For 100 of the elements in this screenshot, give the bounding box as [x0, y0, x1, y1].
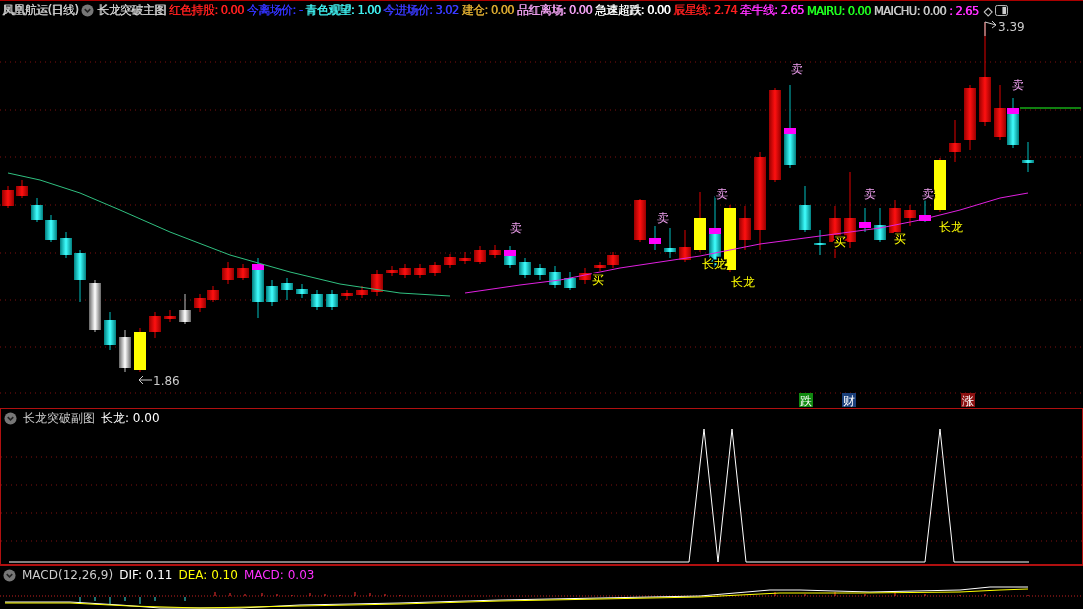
candlestick	[252, 257, 264, 319]
candlestick	[504, 245, 516, 269]
candlestick	[994, 84, 1006, 141]
candlestick	[949, 119, 961, 163]
price-level-line	[1019, 107, 1082, 109]
stock-name: 凤凰航运(日线)	[2, 3, 79, 18]
signal-label: 买	[894, 232, 906, 246]
candlestick	[814, 229, 826, 256]
candlestick	[399, 263, 411, 279]
candlestick	[149, 311, 161, 339]
panel-toggle-icon[interactable]	[994, 5, 1008, 16]
candlestick	[296, 283, 308, 299]
candlestick	[356, 285, 368, 299]
candlestick	[207, 285, 219, 303]
indicator-readout: 长龙: 0.00	[101, 409, 160, 427]
diamond-symbol[interactable]: ◇	[983, 3, 992, 18]
indicator-readout: 今离场价: -	[246, 3, 303, 18]
indicator-readout: 今进场价: 3.02	[383, 3, 459, 18]
candlestick	[904, 204, 916, 227]
indicator-readout: 红色持股: 0.00	[168, 3, 244, 18]
candlestick	[549, 265, 561, 289]
candlestick	[60, 231, 72, 259]
signal-label: 长龙	[939, 220, 963, 234]
candlestick	[459, 251, 471, 265]
candlestick	[664, 227, 676, 259]
candlestick	[649, 225, 661, 251]
signal-label: 卖	[657, 211, 669, 225]
indicator-readout: 急速超跌: 0.00	[595, 3, 671, 18]
candlestick	[119, 329, 131, 373]
candlestick	[194, 293, 206, 313]
indicator-readout: 牵牛线: 2.65	[739, 3, 804, 18]
candlestick	[371, 269, 383, 297]
indicator-readout: : 2.65	[948, 3, 979, 18]
candlestick	[414, 263, 426, 279]
candlestick	[326, 289, 338, 311]
candlestick	[679, 229, 691, 263]
signal-badge: 财	[842, 393, 856, 408]
candlestick	[724, 204, 736, 273]
chevron-icon[interactable]	[4, 411, 17, 425]
candlestick	[919, 199, 931, 223]
indicator-readout: 辰星线: 2.74	[673, 3, 737, 18]
high-price-label: 3.39	[998, 20, 1025, 34]
candlestick	[1007, 97, 1019, 149]
signal-label: 卖	[716, 187, 728, 201]
candlestick	[179, 293, 191, 325]
candlestick	[281, 277, 293, 301]
candlestick	[579, 267, 591, 285]
indicator-readout: MACD: 0.03	[243, 568, 315, 582]
candlestick	[89, 279, 101, 333]
candlestick	[74, 249, 86, 303]
chevron-icon[interactable]	[3, 568, 16, 582]
signal-badge: 跌	[799, 393, 813, 408]
candlestick	[31, 197, 43, 223]
candlestick	[341, 289, 353, 301]
candlestick	[474, 245, 486, 265]
candlestick	[934, 157, 946, 213]
candlestick	[694, 191, 706, 253]
candlestick	[222, 261, 234, 285]
indicator-readout: 青色观望: 1.00	[305, 3, 381, 18]
indicator-readout: MAICHU: 0.00	[873, 3, 946, 18]
indicator-name: MACD(12,26,9)	[22, 568, 114, 582]
candlestick	[444, 253, 456, 269]
candlestick	[2, 185, 14, 209]
indicator-readout: MAIRU: 0.00	[806, 3, 871, 18]
candlestick	[874, 207, 886, 243]
candlestick	[104, 311, 116, 351]
candlestick	[739, 205, 751, 251]
indicator-readout: DEA: 0.10	[178, 568, 238, 582]
indicator-readout: DIF: 0.11	[119, 568, 173, 582]
candlestick	[164, 309, 176, 323]
signal-label: 卖	[922, 187, 934, 201]
candlestick	[266, 279, 278, 307]
candlestick	[237, 263, 249, 281]
signal-label: 卖	[791, 62, 803, 76]
candlestick	[964, 84, 976, 151]
candlestick	[1022, 141, 1034, 173]
candlestick	[859, 207, 871, 233]
chevron-icon[interactable]	[81, 4, 95, 17]
indicator-readout: 建仓: 0.00	[461, 3, 514, 18]
candlestick	[634, 198, 646, 243]
high-marker-icon	[984, 20, 997, 37]
candlestick	[386, 265, 398, 277]
candlestick	[519, 257, 531, 279]
candlestick	[45, 214, 57, 243]
indicator-name: 长龙突破主图	[97, 3, 166, 18]
signal-label: 买	[592, 273, 604, 287]
indicator-readout: 品红离场: 0.00	[516, 3, 592, 18]
signal-label: 卖	[510, 221, 522, 235]
candlestick	[311, 289, 323, 311]
signal-label: 卖	[864, 187, 876, 201]
candlestick	[564, 271, 576, 291]
candlestick	[429, 261, 441, 277]
signal-label: 卖	[1012, 78, 1024, 92]
candlestick	[134, 327, 146, 373]
indicator-name: 长龙突破副图	[23, 409, 95, 427]
candlestick	[799, 185, 811, 233]
low-price-label: 1.86	[153, 374, 180, 388]
candlestick	[489, 244, 501, 259]
arrow-icon	[138, 375, 153, 385]
signal-badge: 涨	[961, 393, 975, 408]
